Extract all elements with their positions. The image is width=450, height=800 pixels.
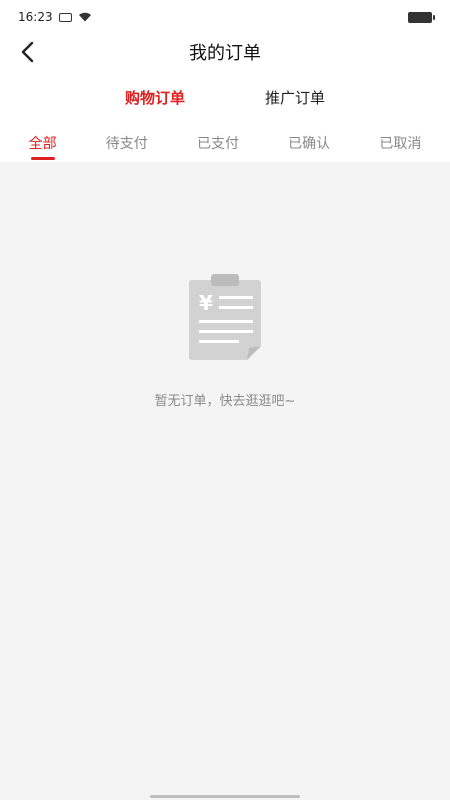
svg-text:¥: ¥ [199, 291, 213, 315]
subtab-paid[interactable]: 已支付 [197, 124, 239, 162]
sim-icon [58, 12, 72, 22]
clipboard-yen-icon: ¥ [189, 274, 261, 360]
subtab-confirmed[interactable]: 已确认 [288, 124, 330, 162]
back-button[interactable] [14, 38, 42, 66]
status-time: 16:23 [18, 10, 53, 24]
empty-message: 暂无订单，快去逛逛吧~ [154, 394, 296, 409]
header: 我的订单 [0, 34, 450, 70]
tab-shopping-orders[interactable]: 购物订单 [125, 87, 185, 108]
status-right [408, 11, 435, 23]
subtab-pending-payment[interactable]: 待支付 [106, 124, 148, 162]
main-tabs: 购物订单 推广订单 [0, 80, 450, 114]
tab-promotion-orders[interactable]: 推广订单 [265, 87, 325, 108]
sub-tabs: 全部 待支付 已支付 已确认 已取消 [0, 124, 450, 162]
order-list-area[interactable]: ¥ 暂无订单，快去逛逛吧~ [0, 162, 450, 800]
page-title: 我的订单 [189, 43, 261, 64]
empty-state: ¥ 暂无订单，快去逛逛吧~ [0, 272, 450, 409]
chevron-left-icon [21, 41, 34, 63]
subtab-all[interactable]: 全部 [29, 124, 57, 162]
battery-icon [408, 11, 435, 23]
home-indicator [150, 795, 300, 798]
status-left: 16:23 [18, 10, 92, 24]
subtab-cancelled[interactable]: 已取消 [379, 124, 421, 162]
status-bar: 16:23 [0, 0, 450, 34]
wifi-icon [78, 12, 91, 22]
